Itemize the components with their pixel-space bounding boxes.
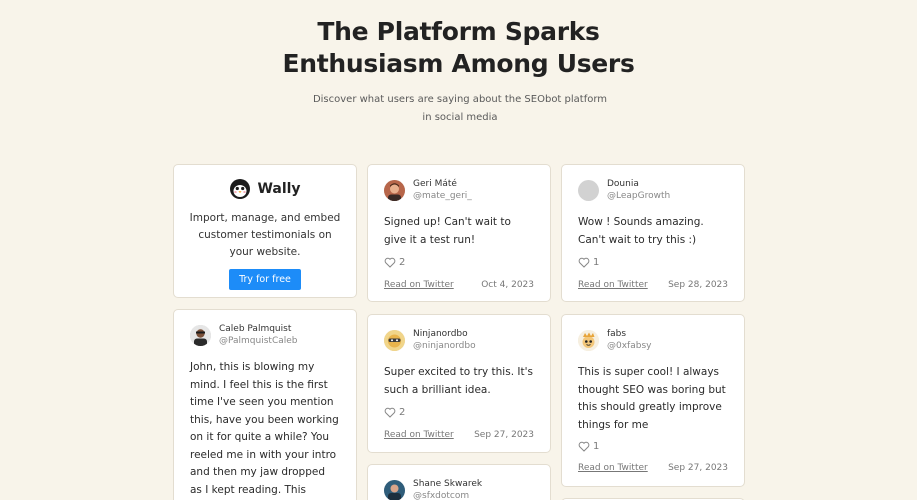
read-on-twitter-link[interactable]: Read on Twitter: [384, 280, 454, 290]
testimonial-text: John, this is blowing my mind. I feel th…: [190, 361, 339, 496]
like-button[interactable]: 1: [578, 257, 599, 268]
author-name: Ninjanordbo: [413, 329, 468, 339]
author-handle: @sfxdotcom: [413, 491, 470, 500]
wally-brand-name: Wally: [257, 181, 301, 197]
avatar: [578, 330, 599, 351]
post-date: Oct 4, 2023: [481, 280, 534, 290]
try-for-free-button[interactable]: Try for free: [229, 269, 301, 290]
read-on-twitter-link[interactable]: Read on Twitter: [578, 463, 648, 473]
author-name: Caleb Palmquist: [219, 324, 292, 334]
penguin-logo-icon: [230, 179, 251, 199]
heart-icon: [578, 441, 590, 452]
testimonial-card: Dounia @LeapGrowth Wow ! Sounds amazing.…: [561, 164, 745, 302]
testimonial-text: This is super cool! I always thought SEO…: [578, 366, 726, 431]
testimonial-card: Geri Máté @mate_geri_ Signed up! Can't w…: [367, 164, 551, 302]
page-subtitle: Discover what users are saying about the…: [312, 94, 608, 123]
like-button[interactable]: 2: [384, 407, 405, 418]
like-count: 1: [593, 441, 600, 452]
post-date: Sep 27, 2023: [668, 463, 728, 473]
testimonial-card: Shane Skwarek @sfxdotcom: [367, 464, 551, 500]
author-handle: @PalmquistCaleb: [219, 336, 298, 346]
avatar: [384, 180, 405, 201]
avatar: [578, 180, 599, 201]
testimonial-card: fabs @0xfabsy This is super cool! I alwa…: [561, 314, 745, 487]
author-handle: @0xfabsy: [607, 341, 652, 351]
heart-icon: [384, 257, 396, 268]
like-button[interactable]: 1: [578, 441, 599, 452]
testimonial-text: Super excited to try this. It's such a b…: [384, 366, 533, 396]
author-handle: @mate_geri_: [413, 191, 472, 201]
read-on-twitter-link[interactable]: Read on Twitter: [578, 280, 648, 290]
page-title: The Platform Sparks Enthusiasm Among Use…: [0, 16, 917, 80]
read-on-twitter-link[interactable]: Read on Twitter: [384, 430, 454, 440]
post-date: Sep 28, 2023: [668, 280, 728, 290]
avatar: [384, 330, 405, 351]
wally-promo-card: Wally Import, manage, and embed customer…: [173, 164, 357, 298]
like-button[interactable]: 2: [384, 257, 405, 268]
like-count: 2: [399, 257, 406, 268]
wally-description: Import, manage, and embed customer testi…: [189, 212, 341, 258]
author-handle: @ninjanordbo: [413, 341, 476, 351]
page-title-line2: Enthusiasm Among Users: [282, 49, 635, 78]
wally-brand: Wally: [174, 178, 356, 200]
testimonial-card: Ninjanordbo @ninjanordbo Super excited t…: [367, 314, 551, 453]
testimonial-text: Wow ! Sounds amazing. Can't wait to try …: [578, 216, 704, 246]
author-name: fabs: [607, 329, 627, 339]
testimonial-card: Caleb Palmquist @PalmquistCaleb John, th…: [173, 309, 357, 500]
author-name: Dounia: [607, 179, 639, 189]
author-name: Geri Máté: [413, 179, 457, 189]
post-date: Sep 27, 2023: [474, 430, 534, 440]
testimonial-text: Signed up! Can't wait to give it a test …: [384, 216, 511, 246]
page-title-line1: The Platform Sparks: [317, 17, 600, 46]
like-count: 1: [593, 257, 600, 268]
like-count: 2: [399, 407, 406, 418]
heart-icon: [578, 257, 590, 268]
avatar: [384, 480, 405, 500]
author-handle: @LeapGrowth: [607, 191, 671, 201]
heart-icon: [384, 407, 396, 418]
avatar: [190, 325, 211, 346]
author-name: Shane Skwarek: [413, 479, 483, 489]
